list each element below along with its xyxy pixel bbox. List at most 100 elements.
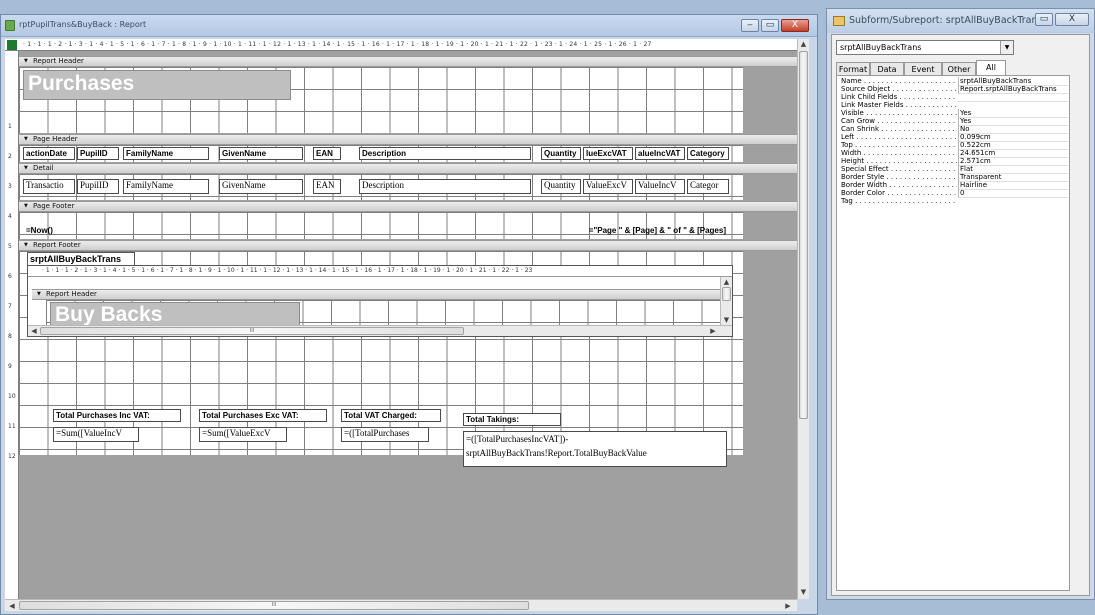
property-row[interactable]: Border Style . . . . . . . . . . . . . .… <box>841 173 1068 182</box>
field-quantity[interactable]: Quantity <box>541 179 581 194</box>
label-value-inc-vat[interactable]: alueIncVAT <box>635 147 685 160</box>
property-name: Height . . . . . . . . . . . . . . . . .… <box>841 157 957 165</box>
label-total-purchases-inc-vat[interactable]: Total Purchases Inc VAT: <box>53 409 181 422</box>
subreport-vertical-scrollbar[interactable]: ▲ ▼ <box>720 277 732 325</box>
detail-section[interactable]: Transactio PupilID FamilyName GivenName … <box>19 174 743 200</box>
horizontal-ruler[interactable]: · 1 · 1 · 1 · 2 · 1 · 3 · 1 · 4 · 1 · 5 … <box>5 39 797 51</box>
field-category[interactable]: Categor <box>687 179 729 194</box>
property-row[interactable]: Border Width . . . . . . . . . . . . . .… <box>841 181 1068 190</box>
label-total-takings[interactable]: Total Takings: <box>463 413 561 426</box>
label-total-vat-charged[interactable]: Total VAT Charged: <box>341 409 441 422</box>
label-ean[interactable]: EAN <box>313 147 341 160</box>
field-now[interactable]: =Now() <box>23 224 243 237</box>
tab-all[interactable]: All <box>976 60 1006 76</box>
page-footer-section[interactable]: =Now() ="Page " & [Page] & " of " & [Pag… <box>19 212 743 239</box>
subreport-name-label[interactable]: srptAllBuyBackTrans <box>27 252 135 266</box>
report-horizontal-scrollbar[interactable]: ◀ III ▶ <box>5 599 797 611</box>
page-header-section[interactable]: actionDate PupilID FamilyName GivenName … <box>19 145 743 162</box>
property-row[interactable]: Left . . . . . . . . . . . . . . . . . .… <box>841 133 1068 142</box>
scroll-left-icon[interactable]: ◀ <box>7 601 17 611</box>
label-family-name[interactable]: FamilyName <box>123 147 209 160</box>
band-page-header[interactable]: Page Header <box>19 134 797 145</box>
property-row[interactable]: Can Grow . . . . . . . . . . . . . . . .… <box>841 117 1068 126</box>
report-header-section[interactable]: Purchases <box>19 67 743 133</box>
report-vertical-scrollbar[interactable]: ▲ ▼ <box>797 39 809 599</box>
property-value[interactable] <box>958 101 1068 102</box>
property-row[interactable]: Link Master Fields . . . . . . . . . . .… <box>841 101 1068 109</box>
property-row[interactable]: Name . . . . . . . . . . . . . . . . . .… <box>841 77 1068 86</box>
property-row[interactable]: Link Child Fields . . . . . . . . . . . … <box>841 93 1068 101</box>
band-page-footer[interactable]: Page Footer <box>19 201 797 212</box>
band-report-header[interactable]: Report Header <box>19 56 797 67</box>
tab-format[interactable]: Format <box>836 62 870 76</box>
field-family-name[interactable]: FamilyName <box>123 179 209 194</box>
field-total-takings[interactable]: =([TotalPurchasesIncVAT])- srptAllBuyBac… <box>463 431 727 467</box>
property-row[interactable]: Can Shrink . . . . . . . . . . . . . . .… <box>841 125 1068 134</box>
field-transaction[interactable]: Transactio <box>23 179 75 194</box>
scroll-right-icon[interactable]: ▶ <box>708 326 718 336</box>
subreport-band-report-header[interactable]: Report Header <box>32 289 720 300</box>
restore-button[interactable]: ▭ <box>1035 13 1053 26</box>
property-row[interactable]: Border Color . . . . . . . . . . . . . .… <box>841 189 1068 198</box>
property-row[interactable]: Height . . . . . . . . . . . . . . . . .… <box>841 157 1068 166</box>
label-value-exc-vat[interactable]: lueExcVAT <box>583 147 633 160</box>
vertical-ruler[interactable]: 1 2 3 4 5 6 7 8 9 10 11 12 <box>5 51 19 599</box>
label-quantity[interactable]: Quantity <box>541 147 581 160</box>
label-pupil-id[interactable]: PupilID <box>77 147 119 160</box>
property-row[interactable]: Tag . . . . . . . . . . . . . . . . . . … <box>841 197 1068 205</box>
label-transaction-date[interactable]: actionDate <box>23 147 75 160</box>
property-row[interactable]: Top . . . . . . . . . . . . . . . . . . … <box>841 141 1068 150</box>
restore-button[interactable]: ▭ <box>761 19 779 32</box>
scroll-left-icon[interactable]: ◀ <box>29 326 39 336</box>
report-design-window: rptPupilTrans&BuyBack : Report ‒ ▭ X · 1… <box>0 14 818 615</box>
scroll-up-icon[interactable]: ▲ <box>798 39 809 49</box>
band-report-footer[interactable]: Report Footer <box>19 240 797 251</box>
tab-data[interactable]: Data <box>870 62 904 76</box>
label-category[interactable]: Category <box>687 147 729 160</box>
subreport-vscroll-thumb[interactable] <box>722 287 731 301</box>
field-ean[interactable]: EAN <box>313 179 341 194</box>
purchases-title-label[interactable]: Purchases <box>23 70 291 100</box>
property-row[interactable]: Visible . . . . . . . . . . . . . . . . … <box>841 109 1068 118</box>
field-value-inc-vat[interactable]: ValueIncV <box>635 179 685 194</box>
property-value[interactable] <box>958 93 1068 94</box>
subreport-control[interactable]: · 1 · 1 · 1 · 2 · 1 · 3 · 1 · 4 · 1 · 5 … <box>27 265 733 337</box>
report-selector[interactable] <box>7 40 17 50</box>
field-sum-value-exc-vat[interactable]: =Sum([ValueExcV <box>199 427 287 442</box>
close-button[interactable]: X <box>781 19 809 32</box>
property-sheet-title-bar[interactable]: Subform/Subreport: srptAllBuyBackTrans ▭… <box>827 9 1094 33</box>
subreport-ruler[interactable]: · 1 · 1 · 1 · 2 · 1 · 3 · 1 · 4 · 1 · 5 … <box>28 266 732 277</box>
scroll-down-icon[interactable]: ▼ <box>721 315 732 325</box>
field-pupil-id[interactable]: PupilID <box>77 179 119 194</box>
label-description[interactable]: Description <box>359 147 531 160</box>
field-page-number[interactable]: ="Page " & [Page] & " of " & [Pages] <box>489 224 729 237</box>
property-value[interactable] <box>958 197 1068 198</box>
property-name: Can Shrink . . . . . . . . . . . . . . .… <box>841 125 957 133</box>
report-hscroll-thumb[interactable]: III <box>19 601 529 610</box>
report-vscroll-thumb[interactable] <box>799 51 808 419</box>
field-total-vat[interactable]: =([TotalPurchases <box>341 427 429 442</box>
label-total-purchases-exc-vat[interactable]: Total Purchases Exc VAT: <box>199 409 327 422</box>
close-button[interactable]: X <box>1055 13 1089 26</box>
field-given-name[interactable]: GivenName <box>219 179 303 194</box>
object-selector-combo[interactable]: srptAllBuyBackTrans ▼ <box>836 40 1014 55</box>
chevron-down-icon[interactable]: ▼ <box>1000 41 1013 54</box>
minimize-button[interactable]: ‒ <box>741 19 759 32</box>
tab-other[interactable]: Other <box>942 62 976 76</box>
scroll-down-icon[interactable]: ▼ <box>798 587 809 597</box>
field-description[interactable]: Description <box>359 179 531 194</box>
subreport-horizontal-scrollbar[interactable]: ◀ III ▶ <box>28 325 732 336</box>
field-sum-value-inc-vat[interactable]: =Sum([ValueIncV <box>53 427 139 442</box>
property-row[interactable]: Width . . . . . . . . . . . . . . . . . … <box>841 149 1068 158</box>
field-value-exc-vat[interactable]: ValueExcV <box>583 179 633 194</box>
subreport-header-section[interactable]: Buy Backs <box>46 300 720 328</box>
band-detail[interactable]: Detail <box>19 163 797 174</box>
property-row[interactable]: Source Object . . . . . . . . . . . . . … <box>841 85 1068 94</box>
label-given-name[interactable]: GivenName <box>219 147 303 160</box>
subreport-hscroll-thumb[interactable]: III <box>40 327 464 335</box>
property-row[interactable]: Special Effect . . . . . . . . . . . . .… <box>841 165 1068 174</box>
scroll-right-icon[interactable]: ▶ <box>783 601 793 611</box>
tab-event[interactable]: Event <box>904 62 942 76</box>
scroll-up-icon[interactable]: ▲ <box>721 277 732 287</box>
report-title-bar[interactable]: rptPupilTrans&BuyBack : Report ‒ ▭ X <box>1 15 817 37</box>
